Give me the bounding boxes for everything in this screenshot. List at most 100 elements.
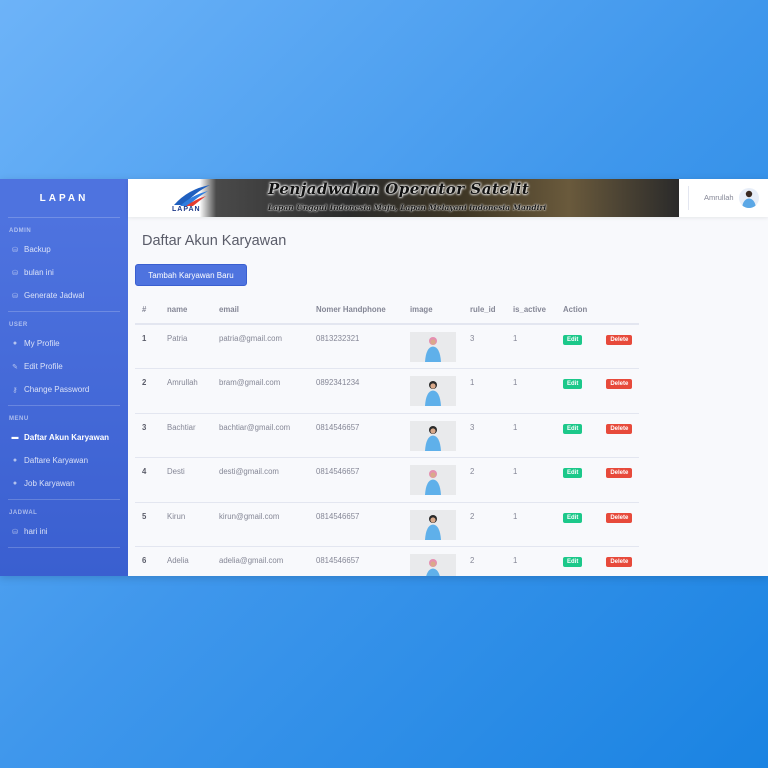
- table-row: 5 Kirun kirun@gmail.com 0814546657 2 1 Edit Del…: [135, 501, 640, 547]
- banner-logo-text: LAPAN: [172, 206, 201, 213]
- user-name[interactable]: Amrullah: [704, 193, 734, 202]
- cell-no: 6: [135, 546, 160, 576]
- sidebar-item-my-profile[interactable]: ● My Profile: [0, 332, 128, 355]
- main-content: Daftar Akun Karyawan Tambah Karyawan Bar…: [128, 217, 768, 576]
- edit-button[interactable]: Edit: [563, 557, 583, 568]
- banner-title: Penjadwalan Operator Satelit: [268, 180, 530, 198]
- sidebar-item-label: Daftare Karyawan: [24, 456, 89, 465]
- user-icon: ●: [12, 480, 18, 487]
- cell-rule-id: 2: [463, 501, 506, 547]
- cell-name: Desti: [160, 457, 212, 503]
- sidebar-item-daftare-karyawan[interactable]: ● Daftare Karyawan: [0, 449, 128, 472]
- sidebar-heading: ADMIN: [9, 228, 32, 234]
- cell-phone: 0892341234: [309, 368, 403, 414]
- delete-button[interactable]: Delete: [606, 468, 633, 479]
- sidebar-item-label: Job Karyawan: [24, 479, 75, 488]
- user-icon: ●: [12, 457, 18, 464]
- cell-image: [403, 323, 463, 369]
- sidebar-sections: ADMIN ⛁ Backup ⛁ bulan ini ⛁ Generate Jadwal US…: [0, 218, 128, 548]
- sidebar: LAPAN ADMIN ⛁ Backup ⛁ bulan ini ⛁ Generate Ja…: [0, 179, 128, 576]
- cell-phone: 0814546657: [309, 457, 403, 503]
- column-header[interactable]: rule_id: [463, 295, 506, 325]
- avatar[interactable]: [739, 188, 759, 208]
- column-header[interactable]: Nomer Handphone: [309, 295, 403, 325]
- cell-phone: 0814546657: [309, 546, 403, 576]
- folder-icon: ▬: [11, 434, 19, 441]
- sidebar-item-daftar-akun-karyawan[interactable]: ▬ Daftar Akun Karyawan: [0, 426, 128, 449]
- sidebar-item-edit-profile[interactable]: ✎ Edit Profile: [0, 355, 128, 378]
- cell-action: Edit Delete: [556, 368, 640, 414]
- sidebar-item-label: My Profile: [24, 339, 60, 348]
- sidebar-item-job-karyawan[interactable]: ● Job Karyawan: [0, 472, 128, 495]
- column-header[interactable]: is_active: [506, 295, 556, 325]
- cell-image: [403, 501, 463, 547]
- cell-no: 4: [135, 457, 160, 503]
- user-edit-icon: ✎: [12, 363, 18, 371]
- cell-name: Kirun: [160, 501, 212, 547]
- edit-button[interactable]: Edit: [563, 379, 583, 390]
- cell-image: [403, 368, 463, 414]
- topbar-divider: [688, 186, 689, 210]
- sidebar-item-change-password[interactable]: ⚷ Change Password: [0, 378, 128, 401]
- add-employee-button[interactable]: Tambah Karyawan Baru: [135, 264, 247, 286]
- cell-name: Adelia: [160, 546, 212, 576]
- cell-no: 3: [135, 412, 160, 458]
- edit-button[interactable]: Edit: [563, 423, 583, 434]
- cell-is-active: 1: [506, 501, 556, 547]
- cell-action: Edit Delete: [556, 412, 640, 458]
- edit-button[interactable]: Edit: [563, 335, 583, 345]
- database-icon: ⛁: [12, 246, 18, 254]
- person-photo-icon: [425, 337, 441, 362]
- database-icon: ⛁: [12, 269, 18, 277]
- person-photo-icon: [425, 425, 441, 451]
- person-photo-icon: [425, 470, 441, 496]
- delete-button[interactable]: Delete: [606, 423, 633, 434]
- column-header[interactable]: name: [160, 295, 212, 325]
- sidebar-heading: USER: [9, 322, 28, 328]
- edit-button[interactable]: Edit: [563, 468, 583, 479]
- column-header[interactable]: Action: [556, 295, 640, 325]
- database-icon: ⛁: [12, 292, 18, 300]
- cell-name: Patria: [160, 323, 212, 369]
- sidebar-item-label: Generate Jadwal: [24, 291, 85, 300]
- cell-action: Edit Delete: [556, 457, 640, 503]
- table-row: 1 Patria patria@gmail.com 0813232321 3 1 Edit D…: [135, 323, 640, 369]
- cell-is-active: 1: [506, 457, 556, 503]
- key-icon: ⚷: [12, 386, 18, 394]
- delete-button[interactable]: Delete: [606, 379, 633, 390]
- cell-name: Bachtiar: [160, 412, 212, 458]
- sidebar-item-backup[interactable]: ⛁ Backup: [0, 238, 128, 261]
- cell-name: Amrullah: [160, 368, 212, 414]
- cell-action: Edit Delete: [556, 546, 640, 576]
- delete-button[interactable]: Delete: [606, 557, 633, 568]
- cell-email: kirun@gmail.com: [212, 501, 309, 547]
- app-window: LAPAN ADMIN ⛁ Backup ⛁ bulan ini ⛁ Generate Ja…: [0, 179, 768, 576]
- delete-button[interactable]: Delete: [606, 335, 633, 345]
- cell-email: bram@gmail.com: [212, 368, 309, 414]
- avatar-icon: [742, 190, 756, 208]
- cell-rule-id: 2: [463, 546, 506, 576]
- column-header[interactable]: email: [212, 295, 309, 325]
- sidebar-item-label: hari ini: [24, 527, 48, 536]
- sidebar-item-bulan-ini[interactable]: ⛁ bulan ini: [0, 261, 128, 284]
- cell-no: 1: [135, 323, 160, 369]
- cell-image: [403, 546, 463, 576]
- cell-action: Edit Delete: [556, 501, 640, 547]
- sidebar-item-hari-ini[interactable]: ⛁ hari ini: [0, 520, 128, 543]
- page-title: Daftar Akun Karyawan: [142, 233, 287, 249]
- cell-is-active: 1: [506, 546, 556, 576]
- column-header[interactable]: image: [403, 295, 463, 325]
- cell-rule-id: 2: [463, 457, 506, 503]
- sidebar-item-generate-jadwal[interactable]: ⛁ Generate Jadwal: [0, 284, 128, 307]
- employee-photo: [410, 554, 456, 576]
- table-row: 6 Adelia adelia@gmail.com 0814546657 2 1 Edit D…: [135, 546, 640, 576]
- employee-table: # name email Nomer Handphone image rule_id is_…: [135, 295, 640, 576]
- delete-button[interactable]: Delete: [606, 512, 633, 523]
- sidebar-item-label: Backup: [24, 245, 51, 254]
- column-header[interactable]: #: [135, 295, 160, 325]
- sidebar-heading: MENU: [9, 416, 29, 422]
- sidebar-brand[interactable]: LAPAN: [0, 179, 128, 217]
- user-icon: ●: [12, 340, 18, 347]
- cell-rule-id: 1: [463, 368, 506, 414]
- edit-button[interactable]: Edit: [563, 512, 583, 523]
